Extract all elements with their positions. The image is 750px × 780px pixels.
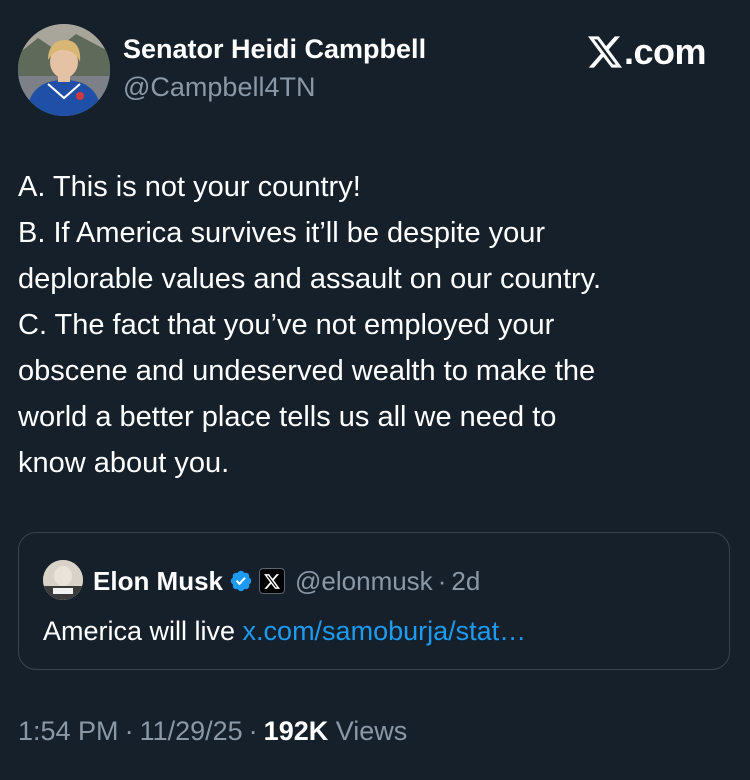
post-metadata: 1:54 PM · 11/29/25 · 192K Views [18, 716, 407, 747]
quoted-post-link[interactable]: x.com/samoburja/stat… [243, 616, 527, 646]
author-avatar[interactable] [18, 24, 110, 116]
post-line: deplorable values and assault on our cou… [18, 263, 602, 295]
quoted-post-card[interactable]: Elon Musk @elonmusk · 2d America will li… [18, 532, 730, 670]
quoted-author-handle[interactable]: @elonmusk [295, 566, 433, 597]
verified-badge-icon [229, 569, 253, 593]
brand-text: .com [624, 31, 707, 72]
views-label: Views [335, 716, 408, 746]
author-handle[interactable]: @Campbell4TN [123, 72, 315, 103]
profile-photo [43, 560, 83, 600]
post-line: A. This is not your country! [18, 171, 361, 203]
quoted-post-text: America will live x.com/samoburja/stat… [43, 611, 526, 651]
x-logo-icon [588, 36, 622, 68]
post-line: world a better place tells us all we nee… [18, 401, 557, 433]
quoted-author-avatar[interactable] [43, 560, 83, 600]
post-line: obscene and undeserved wealth to make th… [18, 355, 596, 387]
profile-photo [18, 24, 110, 116]
quoted-author-name[interactable]: Elon Musk [93, 566, 223, 597]
post-body: A. This is not your country! B. If Ameri… [18, 164, 733, 486]
quoted-post-body: America will live [43, 616, 243, 646]
post-line: B. If America survives it’ll be despite … [18, 217, 546, 249]
post-time[interactable]: 1:54 PM [18, 716, 119, 746]
quoted-post-time[interactable]: 2d [451, 566, 480, 597]
post-line: know about you. [18, 447, 230, 479]
views-count: 192K [263, 716, 329, 746]
author-display-name[interactable]: Senator Heidi Campbell [123, 34, 426, 65]
x-affiliation-icon[interactable] [259, 568, 286, 594]
separator-dot: · [248, 716, 258, 746]
brand-watermark: .com [588, 30, 707, 74]
separator-dot: · [124, 716, 134, 746]
post-line: C. The fact that you’ve not employed you… [18, 309, 555, 341]
separator-dot: · [437, 565, 447, 596]
post-date[interactable]: 11/29/25 [140, 716, 243, 746]
quoted-post-header: Elon Musk @elonmusk · 2d [93, 561, 480, 601]
